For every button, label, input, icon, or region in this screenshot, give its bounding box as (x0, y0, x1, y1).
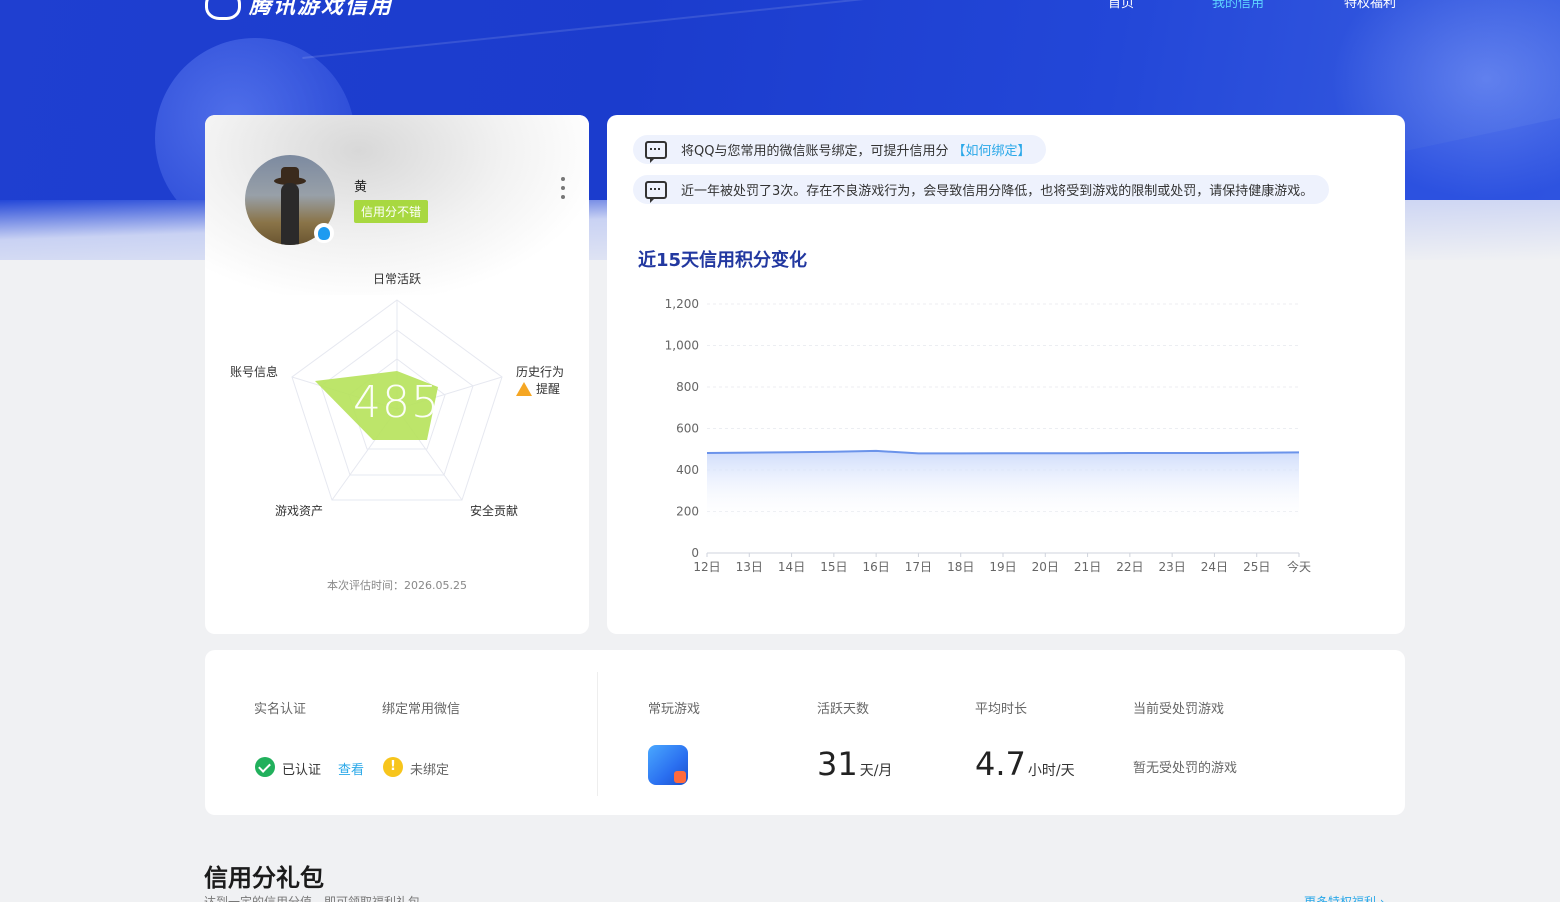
x-tick-label: 15日 (820, 560, 847, 574)
realname-label: 实名认证 (254, 702, 307, 717)
radar-label-security: 安全贡献 (470, 504, 519, 518)
x-tick-label: 13日 (736, 560, 763, 574)
y-tick-label: 1,200 (665, 297, 699, 311)
x-tick-label: 23日 (1159, 560, 1186, 574)
banner-streak (302, 0, 1198, 60)
avg-time-unit: 小时/天 (1027, 763, 1075, 779)
x-tick-label: 17日 (905, 560, 932, 574)
frequent-games-label: 常玩游戏 (648, 702, 701, 717)
site-logo[interactable]: 腾讯游戏信用 (205, 0, 393, 20)
radar-label-daily-active: 日常活跃 (373, 272, 422, 286)
x-tick-label: 21日 (1074, 560, 1101, 574)
stats-divider (597, 672, 598, 796)
x-tick-label: 20日 (1032, 560, 1059, 574)
logo-text: 腾讯游戏信用 (249, 0, 394, 19)
logo-emblem-icon (205, 0, 241, 20)
credit-score: 485 (353, 377, 440, 428)
x-tick-label: 19日 (989, 560, 1016, 574)
y-tick-label: 600 (676, 422, 699, 436)
warning-icon (516, 381, 532, 396)
active-days-unit: 天/月 (859, 763, 893, 779)
x-tick-label: 12日 (693, 560, 720, 574)
realname-status: 已认证 (282, 763, 322, 778)
punished-games-value: 暂无受处罚的游戏 (1133, 761, 1238, 776)
x-tick-label: 22日 (1116, 560, 1143, 574)
x-tick-label: 24日 (1201, 560, 1228, 574)
gift-section-title: 信用分礼包 (204, 864, 324, 892)
active-days-label: 活跃天数 (817, 702, 870, 717)
avg-time-number: 4.7 (975, 745, 1026, 783)
punished-games-label: 当前受处罚游戏 (1133, 702, 1225, 717)
wechat-status[interactable]: 未绑定 (410, 759, 449, 778)
x-tick-label: 25日 (1243, 560, 1270, 574)
active-days-number: 31 (817, 745, 858, 783)
x-tick-label: 今天 (1287, 559, 1311, 574)
evaluation-time: 本次评估时间：2026.05.25 (327, 579, 467, 592)
radar-label-assets: 游戏资产 (275, 504, 324, 518)
series-area (707, 450, 1299, 523)
warning-label: 提醒 (536, 382, 561, 396)
credit-radar-chart (291, 299, 503, 501)
realname-view-link[interactable]: 查看 (338, 759, 364, 778)
more-privileges-link[interactable]: 更多特权福利 › (1304, 893, 1385, 902)
active-days-value: 31 天/月 (817, 745, 892, 783)
nav-home[interactable]: 首页 (1108, 0, 1134, 11)
radar-label-history: 历史行为 (516, 365, 565, 379)
wechat-bind-label: 绑定常用微信 (382, 702, 461, 717)
warning-circle-icon: ! (383, 757, 403, 777)
verified-check-icon (255, 757, 275, 777)
y-tick-label: 800 (676, 380, 699, 394)
y-tick-label: 0 (691, 546, 699, 560)
game-icon[interactable] (648, 745, 688, 785)
gift-section-subtitle: 达到一定的信用分值，即可领取福利礼包 (204, 895, 421, 902)
nav-privileges[interactable]: 特权福利 (1344, 0, 1396, 11)
nav-my-credit[interactable]: 我的信用 (1212, 0, 1264, 11)
avg-time-value: 4.7 小时/天 (975, 745, 1075, 783)
account-stats-card: 实名认证 绑定常用微信 已认证 查看 ! 未绑定 常玩游戏 活跃天数 31 天/月… (205, 650, 1405, 815)
profile-card: 黄 信用分不错 485 日常活跃 历史行为 提醒 安全贡献 游戏资产 账号信息 … (205, 115, 589, 634)
x-tick-label: 16日 (863, 560, 890, 574)
y-tick-label: 200 (676, 505, 699, 519)
x-tick-label: 14日 (778, 560, 805, 574)
credit-history-card: 将QQ与您常用的微信账号绑定，可提升信用分 【如何绑定】 近一年被处罚了3次。存… (607, 115, 1405, 634)
y-tick-label: 1,000 (665, 339, 699, 353)
x-tick-label: 18日 (947, 560, 974, 574)
y-tick-label: 400 (676, 463, 699, 477)
avg-time-label: 平均时长 (975, 702, 1028, 717)
series-line (706, 449, 1300, 455)
history-warning[interactable]: 提醒 (516, 380, 560, 397)
credit-line-chart: 0 200 400 600 800 1,000 1,200 12日 13日 14日 15日 16日 1… (665, 297, 1311, 574)
radar-label-account: 账号信息 (230, 365, 279, 379)
